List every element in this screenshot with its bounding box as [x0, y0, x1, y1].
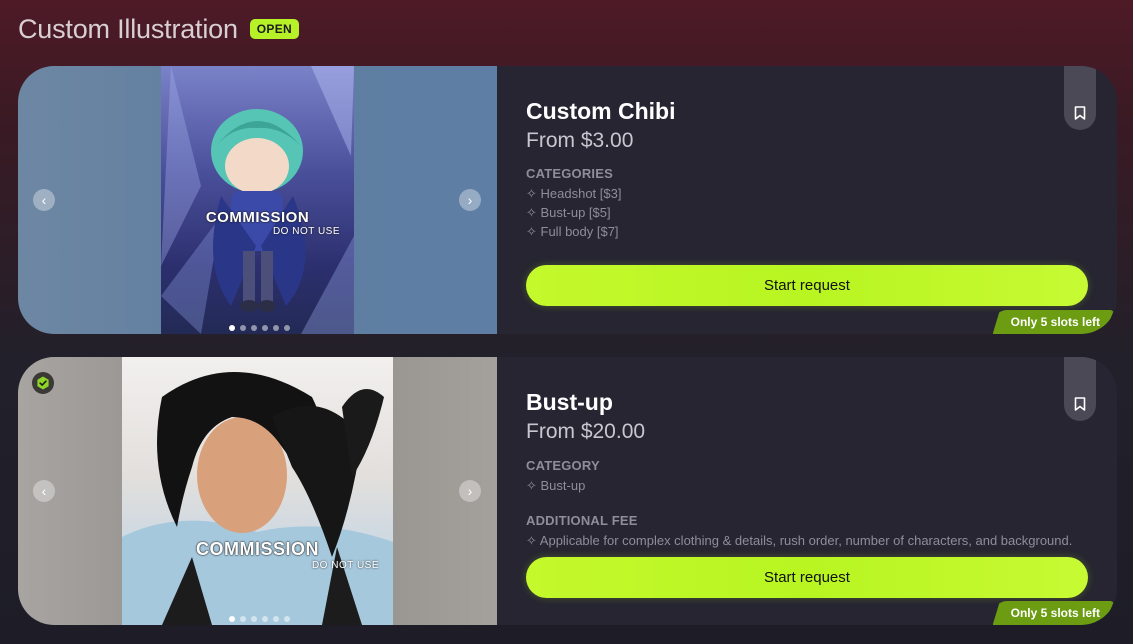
- chevron-right-icon: ›: [467, 192, 473, 208]
- card-title: Custom Chibi: [526, 98, 676, 124]
- chevron-left-icon: ‹: [41, 483, 47, 499]
- card-title: Bust-up: [526, 389, 613, 415]
- verified-badge: [32, 372, 54, 394]
- bookmark-button[interactable]: [1064, 66, 1096, 130]
- category-item: ✧ Full body [$7]: [526, 224, 619, 239]
- category-section: CATEGORY ✧ Bust-up: [526, 458, 600, 495]
- categories-section: CATEGORIES ✧ Headshot [$3] ✧ Bust-up [$5…: [526, 166, 621, 241]
- verified-check-icon: [37, 376, 49, 390]
- gallery-next-button[interactable]: ›: [459, 480, 481, 502]
- chevron-left-icon: ‹: [41, 192, 47, 208]
- pagination-dot[interactable]: [262, 616, 268, 622]
- artwork-image[interactable]: COMMISSION DO NOT USE: [122, 357, 393, 625]
- pagination-dot[interactable]: [240, 325, 246, 331]
- pagination-dot[interactable]: [229, 325, 235, 331]
- slots-remaining-badge: Only 5 slots left: [992, 601, 1114, 625]
- section-label: ADDITIONAL FEE: [526, 513, 638, 528]
- image-gallery: COMMISSION DO NOT USE ‹ ›: [18, 357, 497, 625]
- chibi-artwork-illustration: [161, 66, 354, 334]
- watermark-subtext: DO NOT USE: [272, 226, 340, 237]
- gallery-prev-button[interactable]: ‹: [33, 189, 55, 211]
- card-price: From $3.00: [526, 129, 634, 152]
- gallery-pagination: [229, 616, 290, 622]
- watermark-text: COMMISSION: [205, 209, 310, 226]
- pagination-dot[interactable]: [284, 616, 290, 622]
- gallery-prev-button[interactable]: ‹: [33, 480, 55, 502]
- additional-fee-section: ADDITIONAL FEE ✧ Applicable for complex …: [526, 513, 1088, 549]
- pagination-dot[interactable]: [273, 616, 279, 622]
- section-label: CATEGORY: [526, 458, 600, 473]
- pagination-dot[interactable]: [251, 325, 257, 331]
- card-price: From $20.00: [526, 420, 646, 443]
- card-info: Custom Chibi From $3.00 CATEGORIES ✧ Hea…: [526, 66, 1117, 334]
- start-request-button[interactable]: Start request: [526, 557, 1088, 598]
- page-title: Custom Illustration: [18, 13, 238, 44]
- pagination-dot[interactable]: [240, 616, 246, 622]
- section-label: CATEGORIES: [526, 166, 613, 181]
- bookmark-icon: [1074, 397, 1086, 411]
- watermark-text: COMMISSION: [195, 539, 319, 559]
- category-item: ✧ Bust-up [$5]: [526, 205, 611, 220]
- bookmark-icon: [1074, 106, 1086, 120]
- gallery-pagination: [229, 325, 290, 331]
- pagination-dot[interactable]: [229, 616, 235, 622]
- start-request-button[interactable]: Start request: [526, 265, 1088, 306]
- watermark-subtext: DO NOT USE: [311, 560, 379, 571]
- image-gallery: COMMISSION DO NOT USE ‹ ›: [18, 66, 497, 334]
- slots-remaining-badge: Only 5 slots left: [992, 310, 1114, 334]
- card-info: Bust-up From $20.00 CATEGORY ✧ Bust-up A…: [526, 357, 1117, 625]
- page-header: Custom Illustration OPEN: [18, 12, 299, 46]
- chevron-right-icon: ›: [467, 483, 473, 499]
- commission-card-custom-chibi: COMMISSION DO NOT USE ‹ › Custom Chibi F…: [18, 66, 1117, 334]
- gallery-next-button[interactable]: ›: [459, 189, 481, 211]
- bust-up-artwork-illustration: [122, 372, 393, 625]
- status-badge: OPEN: [249, 19, 299, 39]
- artwork-image[interactable]: COMMISSION DO NOT USE: [161, 66, 354, 334]
- pagination-dot[interactable]: [273, 325, 279, 331]
- pagination-dot[interactable]: [284, 325, 290, 331]
- commission-card-bust-up: COMMISSION DO NOT USE ‹ › Bust-up From $…: [18, 357, 1117, 625]
- pagination-dot[interactable]: [262, 325, 268, 331]
- fee-item: ✧ Applicable for complex clothing & deta…: [526, 533, 1073, 548]
- bookmark-button[interactable]: [1064, 357, 1096, 421]
- category-item: ✧ Headshot [$3]: [526, 186, 622, 201]
- category-item: ✧ Bust-up: [526, 478, 586, 493]
- pagination-dot[interactable]: [251, 616, 257, 622]
